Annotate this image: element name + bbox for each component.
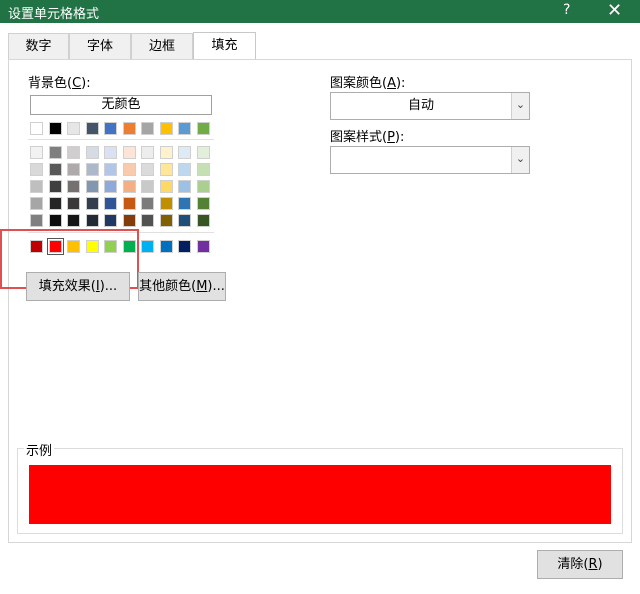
tint-color-swatch[interactable]: [30, 180, 43, 193]
standard-color-swatch[interactable]: [196, 240, 210, 253]
tint-color-swatch[interactable]: [30, 197, 43, 210]
tint-color-swatch[interactable]: [67, 163, 80, 176]
tint-color-swatch[interactable]: [196, 214, 210, 227]
theme-color-swatch[interactable]: [104, 122, 117, 135]
tint-color-swatch[interactable]: [48, 180, 62, 193]
tint-color-swatch[interactable]: [85, 146, 99, 159]
pattern-style-dropdown[interactable]: ⌄: [330, 146, 530, 174]
tint-color-swatch[interactable]: [104, 163, 117, 176]
pattern-color-value: 自动: [407, 98, 434, 113]
tint-color-swatch[interactable]: [85, 180, 99, 193]
chevron-down-icon[interactable]: ⌄: [511, 147, 529, 173]
tint-color-swatch[interactable]: [122, 180, 136, 193]
tint-color-swatch[interactable]: [196, 163, 210, 176]
tint-color-swatch[interactable]: [196, 146, 210, 159]
tab-fill[interactable]: 填充: [193, 32, 256, 60]
fill-effects-button[interactable]: 填充效果(I)...: [26, 272, 130, 301]
pattern-color-dropdown[interactable]: 自动 ⌄: [330, 92, 530, 120]
tab-number[interactable]: 数字: [8, 33, 69, 59]
tint-color-swatch[interactable]: [104, 180, 117, 193]
chevron-down-icon[interactable]: ⌄: [511, 93, 529, 119]
tint-color-swatch[interactable]: [141, 214, 154, 227]
tint-color-swatch[interactable]: [178, 146, 191, 159]
theme-color-swatch[interactable]: [141, 122, 154, 135]
theme-color-swatch[interactable]: [48, 122, 62, 135]
standard-color-swatch[interactable]: [141, 240, 154, 253]
tab-border[interactable]: 边框: [131, 33, 193, 59]
tab-font[interactable]: 字体: [69, 33, 131, 59]
standard-color-swatch[interactable]: [178, 240, 191, 253]
tint-color-swatch[interactable]: [196, 197, 210, 210]
theme-color-swatch[interactable]: [122, 122, 136, 135]
tint-color-swatch[interactable]: [67, 146, 80, 159]
palette-divider: [28, 139, 214, 140]
tint-color-swatch[interactable]: [67, 180, 80, 193]
pattern-style-label: 图案样式(P):: [330, 130, 405, 145]
theme-color-swatch[interactable]: [178, 122, 191, 135]
tint-color-swatch[interactable]: [178, 214, 191, 227]
tint-color-swatch[interactable]: [178, 197, 191, 210]
tint-color-swatch[interactable]: [122, 197, 136, 210]
tint-color-swatch[interactable]: [30, 214, 43, 227]
tint-color-swatch[interactable]: [67, 214, 80, 227]
tint-color-swatch[interactable]: [85, 214, 99, 227]
tint-color-swatch[interactable]: [159, 214, 173, 227]
tint-color-swatch[interactable]: [85, 163, 99, 176]
tint-color-swatch[interactable]: [67, 197, 80, 210]
tint-color-swatch[interactable]: [48, 214, 62, 227]
tint-color-swatch[interactable]: [104, 146, 117, 159]
tint-color-swatch[interactable]: [141, 146, 154, 159]
theme-color-swatch[interactable]: [159, 122, 173, 135]
tint-color-swatch[interactable]: [30, 163, 43, 176]
theme-color-swatch[interactable]: [85, 122, 99, 135]
tint-color-swatch[interactable]: [104, 197, 117, 210]
tint-color-swatch[interactable]: [30, 146, 43, 159]
tint-color-swatch[interactable]: [141, 180, 154, 193]
standard-color-swatch[interactable]: [159, 240, 173, 253]
close-icon[interactable]: ✕: [607, 0, 622, 22]
no-color-button[interactable]: 无颜色: [30, 95, 212, 115]
sample-label: 示例: [24, 440, 55, 459]
tint-color-swatch[interactable]: [178, 163, 191, 176]
tint-color-swatch[interactable]: [48, 163, 62, 176]
tint-color-swatch[interactable]: [122, 146, 136, 159]
tint-color-swatch[interactable]: [159, 180, 173, 193]
title-bar: 设置单元格格式 ? ✕: [0, 0, 640, 23]
theme-color-swatch[interactable]: [196, 122, 210, 135]
help-icon[interactable]: ?: [563, 2, 570, 18]
tint-color-swatch[interactable]: [122, 163, 136, 176]
tint-color-swatch[interactable]: [141, 163, 154, 176]
tint-color-swatch[interactable]: [196, 180, 210, 193]
pattern-color-label: 图案颜色(A):: [330, 76, 406, 91]
tint-color-swatch[interactable]: [178, 180, 191, 193]
tint-color-swatch[interactable]: [159, 197, 173, 210]
tint-color-swatch[interactable]: [159, 146, 173, 159]
tint-color-swatch[interactable]: [122, 214, 136, 227]
theme-color-swatch[interactable]: [67, 122, 80, 135]
tint-color-swatch[interactable]: [141, 197, 154, 210]
background-color-label: 背景色(C):: [28, 76, 91, 91]
sample-preview: [29, 465, 611, 524]
tint-color-swatch[interactable]: [159, 163, 173, 176]
more-colors-button[interactable]: 其他颜色(M)...: [138, 272, 226, 301]
tint-color-swatch[interactable]: [85, 197, 99, 210]
tint-color-swatch[interactable]: [48, 197, 62, 210]
window-title: 设置单元格格式: [8, 7, 100, 22]
theme-color-swatch[interactable]: [30, 122, 43, 135]
tint-color-swatch[interactable]: [48, 146, 62, 159]
clear-button[interactable]: 清除(R): [537, 550, 623, 579]
tint-color-swatch[interactable]: [104, 214, 117, 227]
